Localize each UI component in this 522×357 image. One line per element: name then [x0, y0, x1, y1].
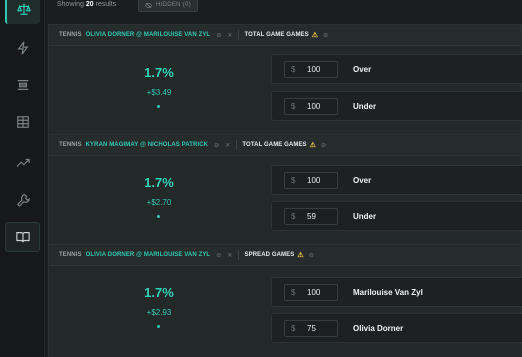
selection-label: Under	[353, 102, 377, 111]
sidebar-item-tools[interactable]	[5, 185, 40, 215]
bet-leg[interactable]: $ 100 Under	[271, 91, 522, 121]
stake-input[interactable]: $ 100	[284, 172, 338, 189]
card-body: 1.7% +$2.70 $ 100 Over $ 59 Under	[49, 156, 522, 251]
hide-market-icon[interactable]: ⊘	[309, 252, 314, 259]
sport-label: TENNIS	[59, 142, 82, 148]
selection-label: Over	[353, 176, 372, 185]
stake-input[interactable]: $ 100	[284, 61, 338, 78]
bet-leg[interactable]: $ 100 Over	[271, 54, 522, 84]
match-name[interactable]: OLIVIA DORNER @ MARILOUISE VAN ZYL	[86, 252, 211, 258]
selection-label: Marilouise Van Zyl	[353, 288, 423, 297]
stake-amount: 75	[307, 324, 316, 333]
results-suffix: results	[95, 1, 117, 8]
market-label: TOTAL GAME GAMES	[244, 32, 309, 38]
warning-icon: ⚠	[311, 32, 319, 39]
sidebar-item-arbitrage[interactable]	[5, 0, 40, 24]
divider	[238, 250, 240, 260]
table-icon	[16, 116, 29, 128]
market-label: TOTAL GAME GAMES	[242, 142, 307, 148]
profit-amount: +$2.70	[146, 198, 172, 207]
profit-amount: +$3.49	[146, 88, 172, 97]
arb-card: TENNIS OLIVIA DORNER @ MARILOUISE VAN ZY…	[48, 244, 522, 357]
card-body: 1.7% +$2.93 $ 100 Marilouise Van Zyl $ 7…	[49, 266, 522, 357]
hide-icon[interactable]: ⊘	[214, 142, 219, 149]
card-header: TENNIS OLIVIA DORNER @ MARILOUISE VAN ZY…	[49, 245, 521, 266]
sport-label: TENNIS	[59, 32, 82, 38]
profit-percent: 1.7%	[144, 285, 174, 300]
profit-amount: +$2.93	[146, 308, 172, 317]
stake-amount: 59	[307, 212, 316, 221]
currency-symbol: $	[291, 102, 296, 111]
close-icon[interactable]: ✕	[225, 142, 230, 149]
sidebar-item-list[interactable]	[5, 70, 40, 100]
hide-icon[interactable]: ⊘	[216, 252, 221, 259]
hide-icon[interactable]: ⊘	[216, 32, 221, 39]
stake-amount: 100	[307, 65, 321, 74]
stake-amount: 100	[307, 102, 321, 111]
stake-input[interactable]: $ 100	[284, 98, 338, 115]
hide-market-icon[interactable]: ⊘	[323, 32, 328, 39]
stake-amount: 100	[307, 176, 321, 185]
results-toolbar: Showing 20 results HIDDEN (0)	[45, 0, 522, 22]
status-dot	[157, 325, 160, 328]
bet-leg[interactable]: $ 75 Olivia Dorner	[271, 313, 522, 343]
arb-card: TENNIS OLIVIA DORNER @ MARILOUISE VAN ZY…	[48, 24, 522, 142]
hidden-label: HIDDEN (0)	[156, 2, 192, 8]
sport-label: TENNIS	[59, 252, 82, 258]
sidebar-item-live[interactable]	[5, 33, 40, 63]
profit-percent: 1.7%	[144, 175, 174, 190]
scales-icon	[16, 3, 31, 15]
book-icon	[15, 232, 30, 243]
hide-market-icon[interactable]: ⊘	[321, 142, 326, 149]
eye-off-icon	[145, 2, 152, 8]
bet-leg[interactable]: $ 100 Marilouise Van Zyl	[271, 277, 522, 307]
card-header: TENNIS OLIVIA DORNER @ MARILOUISE VAN ZY…	[49, 25, 521, 46]
close-icon[interactable]: ✕	[227, 32, 232, 39]
selection-label: Under	[353, 212, 377, 221]
bet-leg[interactable]: $ 100 Over	[271, 165, 522, 195]
results-prefix: Showing	[57, 1, 84, 8]
market-label: SPREAD GAMES	[244, 252, 295, 258]
hidden-filter-button[interactable]: HIDDEN (0)	[138, 0, 199, 12]
selection-label: Over	[353, 65, 372, 74]
profit-percent: 1.7%	[144, 65, 174, 80]
sidebar-item-table[interactable]	[5, 107, 40, 137]
bet-leg[interactable]: $ 59 Under	[271, 201, 522, 231]
divider	[236, 140, 238, 150]
warning-icon: ⚠	[309, 142, 317, 149]
currency-symbol: $	[291, 288, 296, 297]
sidebar	[0, 0, 45, 357]
currency-symbol: $	[291, 176, 296, 185]
stake-input[interactable]: $ 75	[284, 320, 338, 337]
stake-input[interactable]: $ 100	[284, 284, 338, 301]
selection-label: Olivia Dorner	[353, 324, 404, 333]
results-summary: Showing 20 results	[57, 1, 116, 8]
status-dot	[157, 215, 160, 218]
match-name[interactable]: KYRAN MAGIMAY @ NICHOLAS PATRICK	[86, 142, 209, 148]
warning-icon: ⚠	[297, 252, 304, 259]
wrench-icon	[16, 194, 30, 207]
results-count: 20	[85, 1, 94, 8]
currency-symbol: $	[291, 324, 296, 333]
sidebar-item-guide[interactable]	[5, 222, 40, 252]
lightning-icon	[16, 41, 29, 55]
status-dot	[157, 105, 160, 108]
close-icon[interactable]: ✕	[227, 252, 232, 259]
list-icon	[17, 80, 28, 90]
match-name[interactable]: OLIVIA DORNER @ MARILOUISE VAN ZYL	[86, 32, 211, 38]
stake-amount: 100	[307, 288, 321, 297]
trend-up-icon	[15, 158, 30, 167]
card-body: 1.7% +$3.49 $ 100 Over $ 100 Under	[49, 46, 522, 141]
arb-card: TENNIS KYRAN MAGIMAY @ NICHOLAS PATRICK …	[48, 134, 522, 252]
card-header: TENNIS KYRAN MAGIMAY @ NICHOLAS PATRICK …	[49, 135, 521, 156]
currency-symbol: $	[291, 65, 296, 74]
stake-input[interactable]: $ 59	[284, 208, 338, 225]
currency-symbol: $	[291, 212, 296, 221]
divider	[238, 30, 240, 40]
sidebar-item-trends[interactable]	[5, 148, 40, 178]
